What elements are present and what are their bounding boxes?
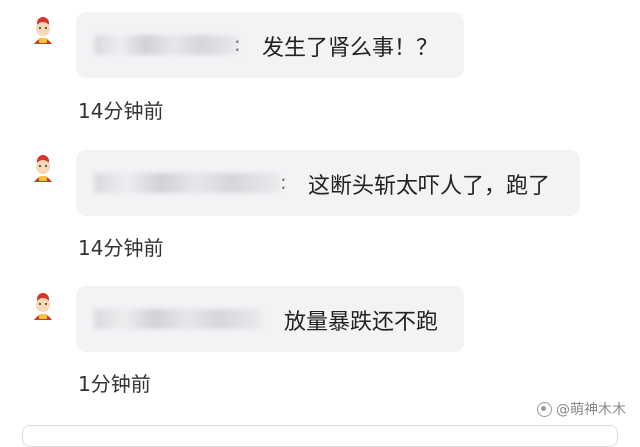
comment-bubble-3: 放量暴跌还不跑	[76, 286, 464, 352]
platform-logo-icon	[537, 401, 552, 417]
comment-time-3: 1分钟前	[78, 372, 151, 396]
blurred-username-2	[94, 173, 280, 193]
blurred-username-1	[94, 35, 238, 55]
caishen-avatar-icon	[34, 293, 52, 320]
comment-text-3: 放量暴跌还不跑	[284, 310, 439, 335]
avatar-2[interactable]	[26, 152, 60, 186]
comment-text-2: 这断头斩太吓人了，跑了	[308, 174, 551, 199]
comment-text-1: 发生了肾么事！？	[262, 36, 439, 61]
caishen-avatar-icon	[34, 17, 52, 44]
comment-bubble-1: : 发生了肾么事！？	[76, 12, 464, 78]
watermark-text: @萌神木木	[556, 402, 626, 418]
comment-input-box[interactable]	[22, 425, 618, 447]
avatar-1[interactable]	[26, 14, 60, 48]
colon-separator: :	[234, 32, 241, 56]
avatar-3[interactable]	[26, 290, 60, 324]
comment-time-1: 14分钟前	[78, 99, 164, 123]
blurred-username-3	[94, 309, 262, 329]
comment-bubble-2: : 这断头斩太吓人了，跑了	[76, 150, 580, 216]
caishen-avatar-icon	[34, 155, 52, 182]
comment-time-2: 14分钟前	[78, 236, 164, 260]
colon-separator: :	[280, 170, 287, 194]
watermark: @萌神木木	[537, 399, 626, 419]
